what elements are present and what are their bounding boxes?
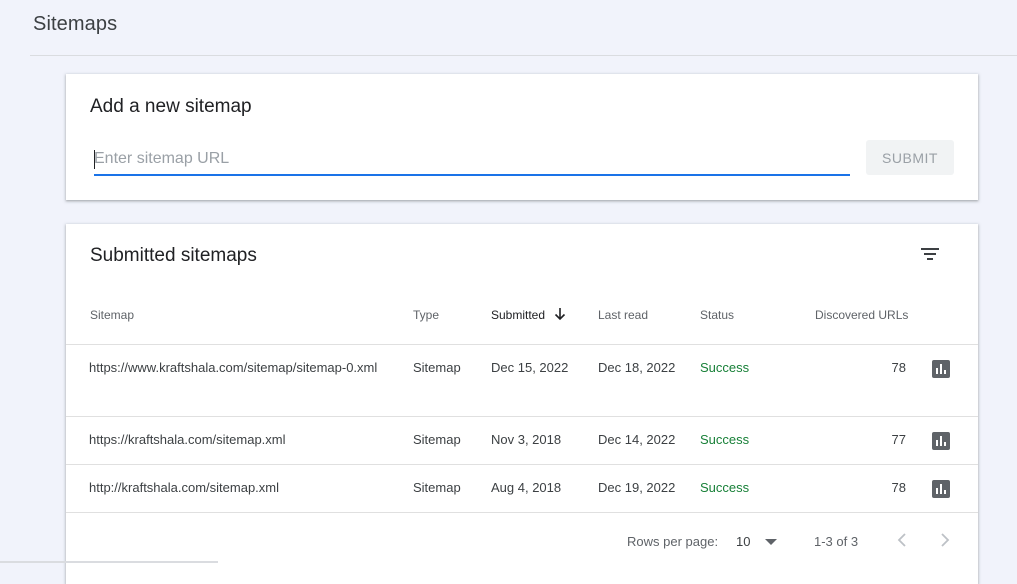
type-cell: Sitemap: [413, 360, 461, 375]
discovered-urls-cell: 78: [891, 480, 906, 495]
column-header-type[interactable]: Type: [413, 308, 439, 322]
submitted-sitemaps-card: Submitted sitemaps Sitemap Type Submitte…: [66, 224, 978, 584]
column-header-discovered-urls[interactable]: Discovered URLs: [815, 308, 908, 322]
column-header-status[interactable]: Status: [700, 308, 734, 322]
add-sitemap-card: Add a new sitemap SUBMIT: [66, 74, 978, 200]
text-caret: [94, 150, 95, 169]
discovered-urls-cell: 77: [891, 432, 906, 447]
column-header-submitted[interactable]: Submitted: [491, 308, 545, 322]
chevron-down-icon[interactable]: [764, 537, 778, 547]
bar-chart-icon[interactable]: [932, 360, 950, 378]
status-cell: Success: [700, 432, 750, 447]
pagination-range: 1-3 of 3: [814, 534, 859, 549]
rows-per-page-label: Rows per page:: [627, 534, 719, 549]
last-read-cell: Dec 14, 2022: [598, 432, 676, 447]
type-cell: Sitemap: [413, 480, 461, 495]
sitemap-url-field[interactable]: [94, 146, 850, 176]
page-header: Sitemaps: [0, 0, 1017, 55]
sitemap-url-cell[interactable]: https://www.kraftshala.com/sitemap/sitem…: [89, 356, 391, 380]
header-divider: [30, 55, 1017, 56]
arrow-down-icon[interactable]: [553, 306, 567, 322]
add-sitemap-title: Add a new sitemap: [90, 96, 252, 117]
status-cell: Success: [700, 360, 750, 375]
discovered-urls-cell: 78: [891, 360, 906, 375]
row-divider: [66, 464, 978, 465]
column-header-last-read[interactable]: Last read: [598, 308, 648, 322]
submitted-cell: Nov 3, 2018: [491, 432, 562, 447]
submit-button[interactable]: SUBMIT: [866, 140, 954, 175]
submitted-sitemaps-title: Submitted sitemaps: [90, 245, 257, 266]
sitemap-url-cell[interactable]: http://kraftshala.com/sitemap.xml: [89, 476, 279, 500]
row-divider: [66, 512, 978, 513]
last-read-cell: Dec 19, 2022: [598, 480, 676, 495]
header-divider: [66, 344, 978, 345]
chevron-left-icon[interactable]: [896, 532, 908, 548]
bar-chart-icon[interactable]: [932, 480, 950, 498]
page-title: Sitemaps: [33, 13, 118, 35]
type-cell: Sitemap: [413, 432, 461, 447]
last-read-cell: Dec 18, 2022: [598, 360, 676, 375]
filter-icon[interactable]: [918, 244, 942, 264]
rows-per-page-select[interactable]: 10: [736, 534, 750, 549]
status-cell: Success: [700, 480, 750, 495]
sitemap-url-cell[interactable]: https://kraftshala.com/sitemap.xml: [89, 428, 286, 452]
chevron-right-icon[interactable]: [939, 532, 951, 548]
submitted-cell: Aug 4, 2018: [491, 480, 562, 495]
submitted-cell: Dec 15, 2022: [491, 360, 569, 375]
bar-chart-icon[interactable]: [932, 432, 950, 450]
row-divider: [66, 416, 978, 417]
sitemap-url-input[interactable]: [94, 146, 850, 172]
column-header-sitemap[interactable]: Sitemap: [90, 308, 134, 322]
